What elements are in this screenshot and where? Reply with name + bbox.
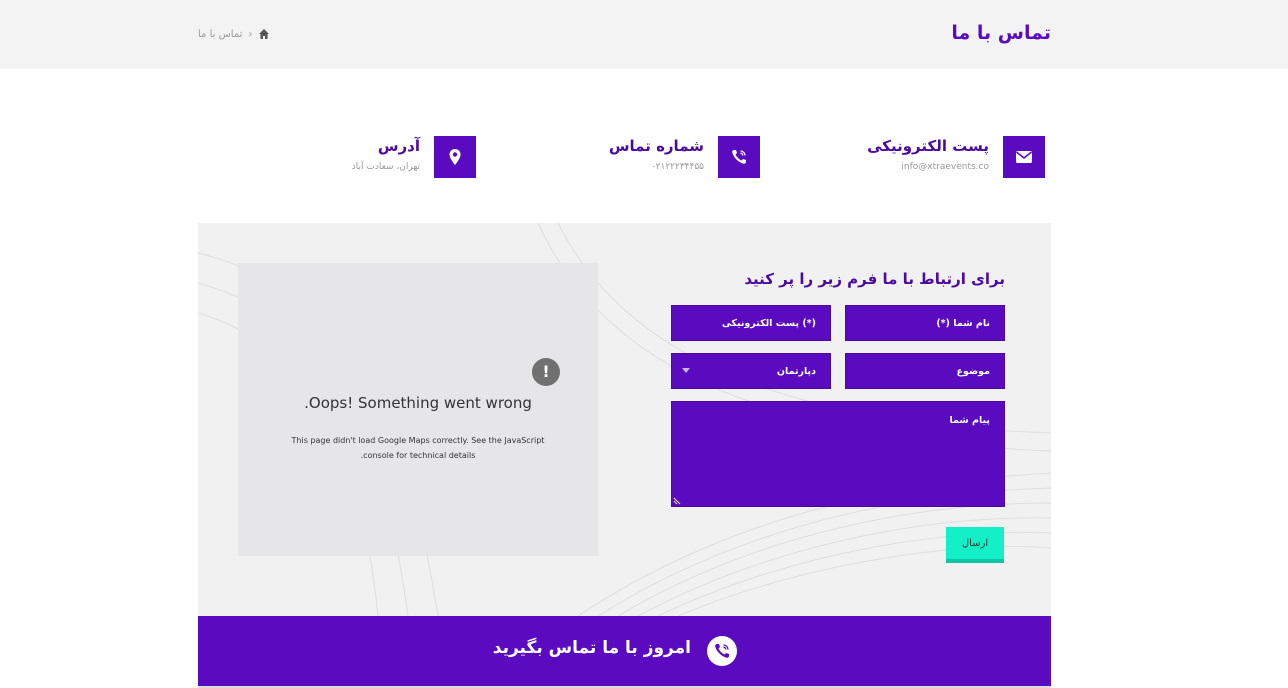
address-value: تهران، سعادت آباد [351, 162, 420, 172]
map-embed[interactable]: ! Oops! Something went wrong. This page … [238, 263, 598, 556]
location-pin-icon [434, 136, 476, 178]
contact-panel: ! Oops! Something went wrong. This page … [198, 223, 1051, 616]
address-title: آدرس [377, 137, 420, 155]
email-placeholder: (*) پست الکترونیکی [721, 317, 816, 329]
phone-call-icon[interactable] [707, 636, 737, 666]
page-title: تماس با ما [951, 22, 1051, 44]
email-value[interactable]: info@xtraevents.co [867, 162, 989, 172]
breadcrumb: تماس با ما › [198, 28, 270, 40]
email-info-card: پست الکترونیکی info@xtraevents.co [867, 136, 1045, 178]
phone-value[interactable]: ۰۲۱۲۲۲۳۴۴۵۵ [609, 162, 704, 172]
chevron-down-icon [682, 368, 690, 373]
message-placeholder: پیام شما [949, 415, 990, 426]
cta-text: امروز با ما تماس بگیرید [492, 638, 691, 658]
department-selected: دپارتمان [776, 365, 816, 377]
subject-placeholder: موضوع [956, 365, 990, 377]
subject-input[interactable]: موضوع [845, 353, 1005, 389]
cta-bar: امروز با ما تماس بگیرید [198, 616, 1051, 686]
form-heading: برای ارتباط با ما فرم زیر را پر کنید [744, 270, 1005, 288]
email-title: پست الکترونیکی [867, 137, 989, 155]
email-input[interactable]: (*) پست الکترونیکی [671, 305, 831, 341]
name-placeholder: نام شما (*) [936, 317, 990, 329]
department-select[interactable]: دپارتمان [671, 353, 831, 389]
phone-info-card: شماره تماس ۰۲۱۲۲۲۳۴۴۵۵ [609, 136, 760, 178]
resize-handle-icon[interactable] [673, 497, 681, 505]
home-icon[interactable] [258, 28, 270, 40]
warning-icon: ! [532, 358, 560, 386]
breadcrumb-separator: › [248, 28, 253, 40]
name-input[interactable]: نام شما (*) [845, 305, 1005, 341]
address-info-card: آدرس تهران، سعادت آباد [352, 136, 476, 178]
phone-title: شماره تماس [608, 137, 704, 155]
page-header: تماس با ما › تماس با ما [0, 0, 1288, 69]
map-error-title: Oops! Something went wrong. [304, 394, 532, 412]
breadcrumb-current: تماس با ما [198, 28, 243, 40]
phone-icon [718, 136, 760, 178]
send-button[interactable]: ارسال [946, 527, 1004, 563]
message-textarea[interactable]: پیام شما [671, 401, 1005, 507]
map-error-description: This page didn't load Google Maps correc… [291, 436, 545, 460]
envelope-icon [1003, 136, 1045, 178]
